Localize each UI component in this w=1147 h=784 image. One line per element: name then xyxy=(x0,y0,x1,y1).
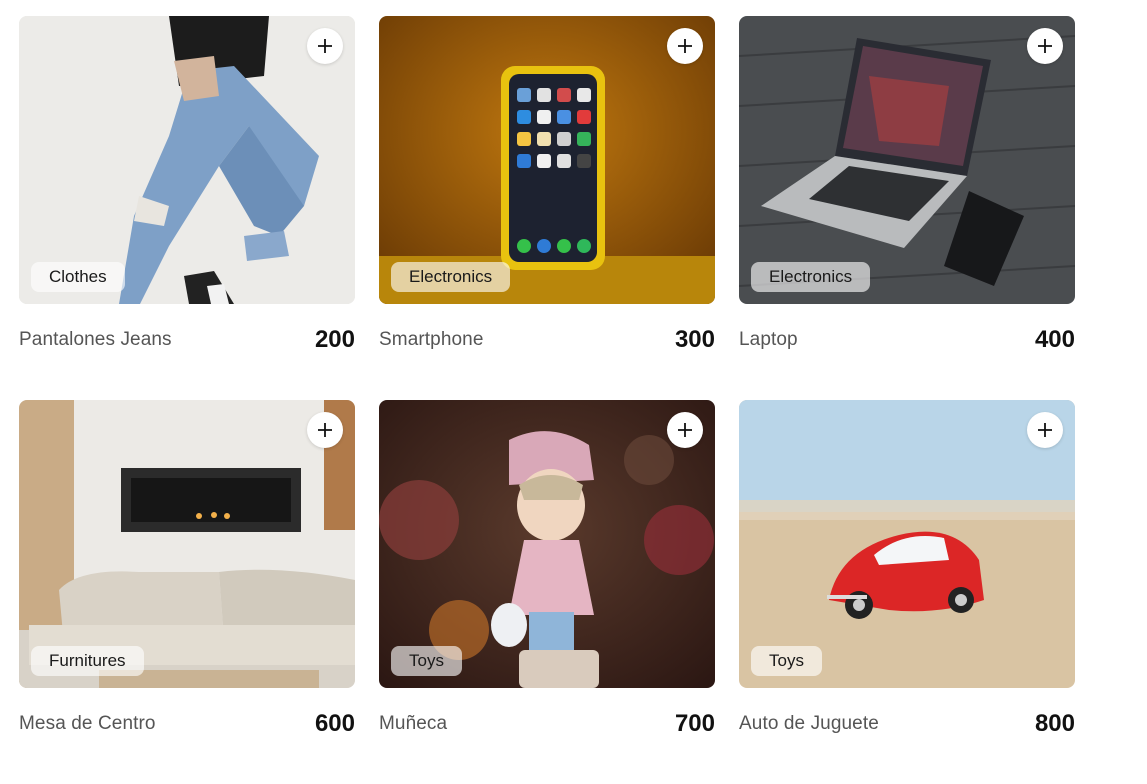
product-info: Muñeca 700 xyxy=(379,709,715,739)
product-info: Pantalones Jeans 200 xyxy=(19,325,355,355)
product-name: Smartphone xyxy=(379,329,484,350)
doll-photo xyxy=(379,400,715,688)
product-name: Mesa de Centro xyxy=(19,713,156,734)
plus-icon xyxy=(318,423,332,437)
product-card[interactable]: Electronics Laptop 400 xyxy=(739,16,1075,400)
product-image-container[interactable]: Electronics xyxy=(739,16,1075,304)
category-tag: Toys xyxy=(391,646,462,676)
product-name: Pantalones Jeans xyxy=(19,329,172,350)
add-to-cart-button[interactable] xyxy=(307,28,343,64)
toy-car-photo xyxy=(739,400,1075,688)
product-info: Smartphone 300 xyxy=(379,325,715,355)
add-to-cart-button[interactable] xyxy=(307,412,343,448)
product-card[interactable]: Toys Muñeca 700 xyxy=(379,400,715,784)
product-image-container[interactable]: Clothes xyxy=(19,16,355,304)
product-price: 800 xyxy=(1034,710,1075,737)
plus-icon xyxy=(678,39,692,53)
product-info: Laptop 400 xyxy=(739,325,1075,355)
product-price: 400 xyxy=(1034,326,1075,353)
product-name: Muñeca xyxy=(379,713,448,734)
product-grid: Clothes Pantalones Jeans 200 Electronics… xyxy=(19,16,1075,784)
smartphone-photo xyxy=(379,16,715,304)
product-price: 600 xyxy=(314,710,355,737)
category-tag: Electronics xyxy=(391,262,511,292)
category-tag: Toys xyxy=(751,646,822,676)
plus-icon xyxy=(678,423,692,437)
living-room-photo xyxy=(19,400,355,688)
product-card[interactable]: Toys Auto de Juguete 800 xyxy=(739,400,1075,784)
product-image-container[interactable]: Electronics xyxy=(379,16,715,304)
product-price: 700 xyxy=(674,710,715,737)
plus-icon xyxy=(1038,39,1052,53)
add-to-cart-button[interactable] xyxy=(667,28,703,64)
laptop-photo xyxy=(739,16,1075,304)
category-tag: Electronics xyxy=(751,262,871,292)
add-to-cart-button[interactable] xyxy=(1027,28,1063,64)
product-card[interactable]: Electronics Smartphone 300 xyxy=(379,16,715,400)
product-image-container[interactable]: Toys xyxy=(379,400,715,688)
plus-icon xyxy=(1038,423,1052,437)
add-to-cart-button[interactable] xyxy=(667,412,703,448)
product-info: Mesa de Centro 600 xyxy=(19,709,355,739)
product-name: Auto de Juguete xyxy=(739,713,879,734)
jeans-photo xyxy=(19,16,355,304)
product-image-container[interactable]: Toys xyxy=(739,400,1075,688)
product-image-container[interactable]: Furnitures xyxy=(19,400,355,688)
product-card[interactable]: Furnitures Mesa de Centro 600 xyxy=(19,400,355,784)
product-price: 200 xyxy=(314,326,355,353)
plus-icon xyxy=(318,39,332,53)
product-price: 300 xyxy=(674,326,715,353)
add-to-cart-button[interactable] xyxy=(1027,412,1063,448)
category-tag: Clothes xyxy=(31,262,125,292)
category-tag: Furnitures xyxy=(31,646,144,676)
product-name: Laptop xyxy=(739,329,798,350)
product-card[interactable]: Clothes Pantalones Jeans 200 xyxy=(19,16,355,400)
product-info: Auto de Juguete 800 xyxy=(739,709,1075,739)
